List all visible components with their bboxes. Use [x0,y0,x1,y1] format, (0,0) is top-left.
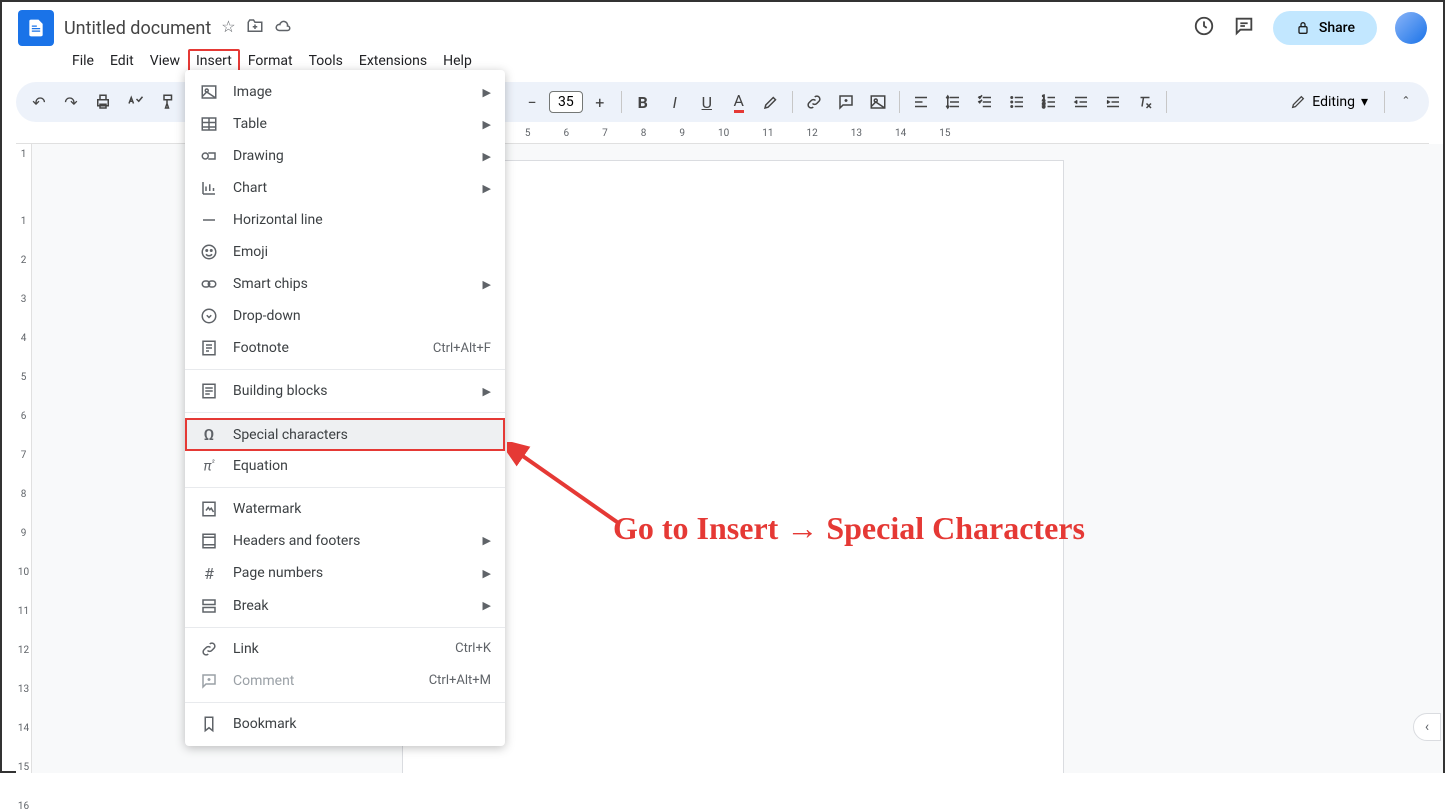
move-icon[interactable] [246,17,264,39]
comments-icon[interactable] [1233,15,1255,41]
pagenum-icon: # [199,564,219,583]
annotation-text: Go to Insert → Special Characters [613,510,1085,547]
paint-format-button[interactable] [152,87,182,117]
headers-icon [199,532,219,550]
insert-image-button[interactable] [863,87,893,117]
emoji-icon [199,243,219,261]
menu-view[interactable]: View [142,49,188,73]
menu-item-table[interactable]: Table▶ [185,108,505,140]
dropdown-icon [199,307,219,325]
chevron-right-icon: ▶ [483,599,491,612]
add-comment-button[interactable] [831,87,861,117]
chart-icon [199,179,219,197]
menu-item-comment: CommentCtrl+Alt+M [185,665,505,697]
menu-item-page-numbers[interactable]: #Page numbers▶ [185,557,505,590]
menu-item-drop-down[interactable]: Drop-down [185,300,505,332]
watermark-icon [199,500,219,518]
highlight-button[interactable] [756,87,786,117]
omega-icon: Ω [199,425,219,444]
text-color-button[interactable]: A [724,87,754,117]
menu-item-break[interactable]: Break▶ [185,590,505,622]
menu-item-horizontal-line[interactable]: Horizontal line [185,204,505,236]
menu-item-emoji[interactable]: Emoji [185,236,505,268]
blocks-icon [199,382,219,400]
menu-edit[interactable]: Edit [102,49,142,73]
spellcheck-button[interactable] [120,87,150,117]
italic-button[interactable]: I [660,87,690,117]
menu-item-link[interactable]: LinkCtrl+K [185,633,505,665]
image-icon [199,83,219,101]
header: Untitled document ☆ Share [2,2,1443,46]
menu-item-watermark[interactable]: Watermark [185,493,505,525]
chevron-down-icon: ▾ [1361,94,1368,110]
menu-item-smart-chips[interactable]: Smart chips▶ [185,268,505,300]
vertical-ruler[interactable]: 112345678910111213141516 [16,144,32,773]
hline-icon [199,211,219,229]
star-icon[interactable]: ☆ [221,17,235,39]
insert-link-button[interactable] [799,87,829,117]
footnote-icon [199,339,219,357]
chevron-right-icon: ▶ [483,534,491,547]
font-size-input[interactable]: 35 [549,91,583,113]
increase-indent-button[interactable] [1098,87,1128,117]
menu-item-building-blocks[interactable]: Building blocks▶ [185,375,505,407]
chips-icon [199,275,219,293]
svg-text:3: 3 [1042,104,1045,110]
break-icon [199,597,219,615]
insert-menu-dropdown: Image▶Table▶Drawing▶Chart▶Horizontal lin… [185,70,505,746]
link-icon [199,640,219,658]
align-button[interactable] [906,87,936,117]
chevron-right-icon: ▶ [483,118,491,131]
decrease-indent-button[interactable] [1066,87,1096,117]
pi-icon: π² [199,458,219,475]
annotation-arrow [507,442,627,532]
line-spacing-button[interactable] [938,87,968,117]
chevron-right-icon: ▶ [483,150,491,163]
clear-formatting-button[interactable] [1130,87,1160,117]
checklist-button[interactable] [970,87,1000,117]
drawing-icon [199,147,219,165]
chevron-right-icon: ▶ [483,86,491,99]
bold-button[interactable]: B [628,87,658,117]
bullet-list-button[interactable] [1002,87,1032,117]
menu-item-image[interactable]: Image▶ [185,76,505,108]
menu-item-special-characters[interactable]: ΩSpecial characters [185,418,505,451]
share-label: Share [1319,20,1355,36]
document-title[interactable]: Untitled document [64,18,211,39]
redo-button[interactable]: ↷ [56,87,86,117]
menu-item-equation[interactable]: π²Equation [185,451,505,482]
chevron-right-icon: ▶ [483,385,491,398]
menu-file[interactable]: File [64,49,102,73]
share-button[interactable]: Share [1273,11,1377,45]
side-panel-toggle[interactable]: ‹ [1413,713,1441,741]
docs-logo[interactable] [18,10,54,46]
menu-item-headers-and-footers[interactable]: Headers and footers▶ [185,525,505,557]
chevron-right-icon: ▶ [483,182,491,195]
editing-mode-button[interactable]: Editing ▾ [1280,94,1378,110]
menu-item-chart[interactable]: Chart▶ [185,172,505,204]
menu-item-bookmark[interactable]: Bookmark [185,708,505,740]
chevron-right-icon: ▶ [483,567,491,580]
history-icon[interactable] [1193,15,1215,41]
undo-button[interactable]: ↶ [24,87,54,117]
table-icon [199,115,219,133]
title-area: Untitled document ☆ [64,17,292,39]
menu-item-drawing[interactable]: Drawing▶ [185,140,505,172]
underline-button[interactable]: U [692,87,722,117]
bookmark-icon [199,715,219,733]
font-size-decrease[interactable]: − [517,87,547,117]
comment-icon [199,672,219,690]
menu-item-footnote[interactable]: FootnoteCtrl+Alt+F [185,332,505,364]
font-size-increase[interactable]: + [585,87,615,117]
numbered-list-button[interactable]: 123 [1034,87,1064,117]
chevron-right-icon: ▶ [483,278,491,291]
print-button[interactable] [88,87,118,117]
avatar[interactable] [1395,12,1427,44]
collapse-toolbar-button[interactable]: ˆ [1391,87,1421,117]
cloud-icon[interactable] [274,17,292,39]
